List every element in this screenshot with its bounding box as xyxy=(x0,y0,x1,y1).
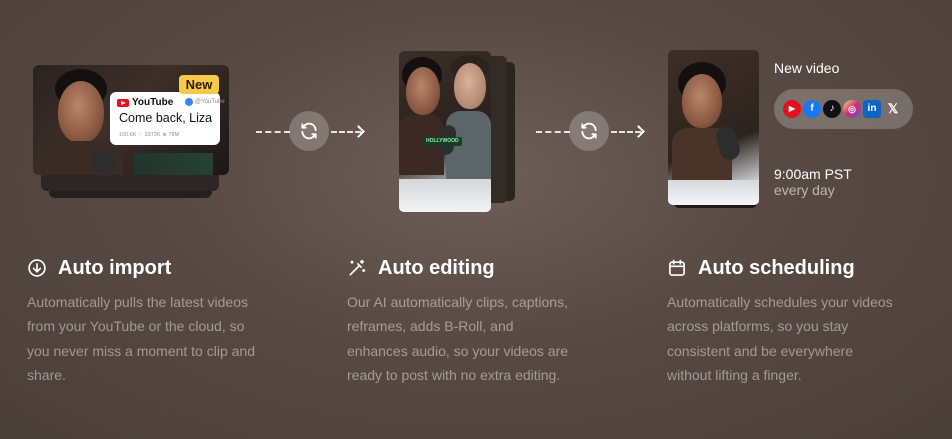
video-title: Come back, Liza xyxy=(119,111,213,125)
schedule-time: 9:00am PST xyxy=(774,166,852,182)
facebook-icon: f xyxy=(803,100,821,118)
calendar-icon xyxy=(669,259,685,276)
new-badge: New xyxy=(179,75,219,94)
youtube-icon: ▶ xyxy=(783,100,801,118)
feature-description: Automatically schedules your videos acro… xyxy=(667,294,893,384)
edited-clip xyxy=(399,51,491,212)
caption-overlay: HOLLYWOOD xyxy=(423,137,462,146)
tiktok-icon: ♪ xyxy=(823,100,841,118)
feature-title: Auto scheduling xyxy=(698,257,855,279)
platform-name: YouTube xyxy=(132,97,174,108)
instagram-icon: ◎ xyxy=(843,100,861,118)
linkedin-icon: in xyxy=(863,100,881,118)
sync-icon xyxy=(289,111,329,151)
feature-title: Auto import xyxy=(58,257,172,279)
feature-title: Auto editing xyxy=(378,257,495,279)
feature-description: Automatically pulls the latest videos fr… xyxy=(27,294,255,384)
sync-icon xyxy=(569,111,609,151)
scheduled-clip xyxy=(668,50,759,205)
schedule-frequency: every day xyxy=(774,182,835,198)
x-icon: 𝕏 xyxy=(887,101,899,116)
feature-description: Our AI automatically clips, captions, re… xyxy=(347,294,569,384)
social-platforms: ▶ f ♪ ◎ in 𝕏 xyxy=(774,89,913,129)
magic-wand-icon xyxy=(349,259,366,276)
verified-icon xyxy=(185,98,193,106)
video-stats: 100.6K ♡ 3372K ⊕ 78M xyxy=(119,132,180,138)
arrow-right-icon xyxy=(352,125,365,138)
arrow-right-icon xyxy=(632,125,645,138)
youtube-icon xyxy=(117,99,129,107)
download-circle-icon xyxy=(28,259,46,277)
channel-handle: @YouTube xyxy=(195,99,225,105)
youtube-video-card: YouTube @YouTube Come back, Liza 100.6K … xyxy=(110,92,225,145)
new-video-label: New video xyxy=(774,60,840,76)
